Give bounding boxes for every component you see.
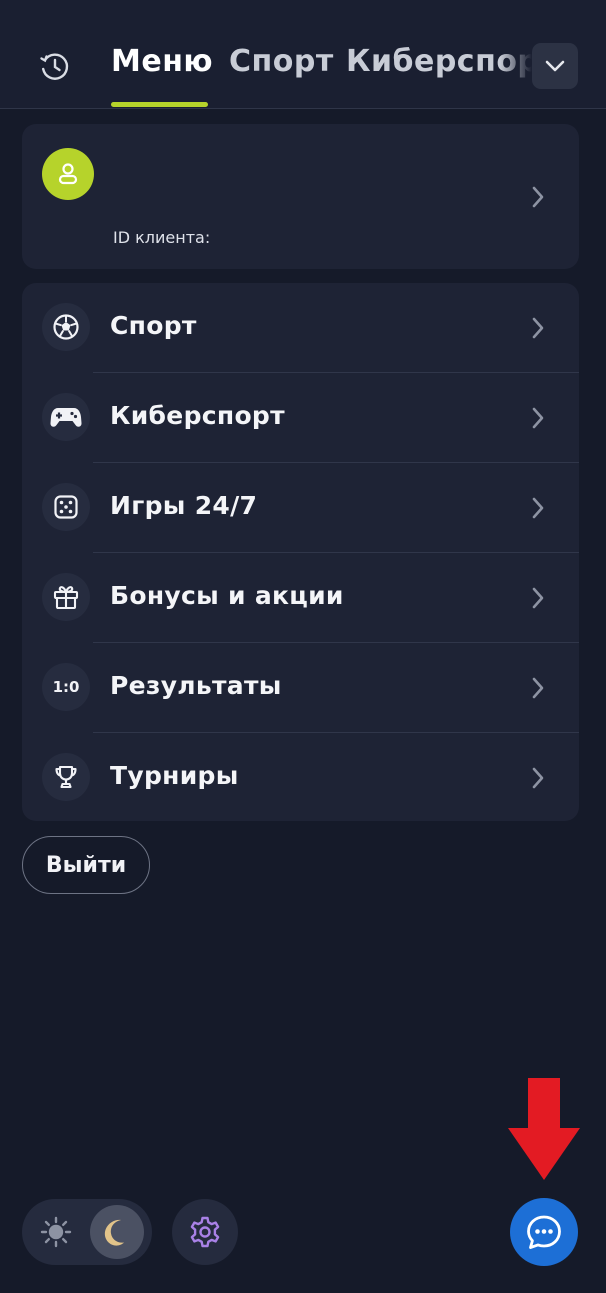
active-tab-indicator [111, 102, 208, 107]
gamepad-icon [42, 393, 90, 441]
tab-sport[interactable]: Спорт [229, 44, 334, 79]
sun-icon[interactable] [38, 1214, 74, 1250]
menu-item-label: Спорт [110, 311, 197, 340]
main-menu: Спорт Киберспорт Игры 24/7 Бонусы и акци… [22, 283, 579, 821]
gear-icon [190, 1216, 220, 1248]
menu-item-label: Результаты [110, 671, 282, 700]
settings-button[interactable] [172, 1199, 238, 1265]
moon-icon [104, 1219, 124, 1246]
menu-item-label: Игры 24/7 [110, 491, 258, 520]
menu-item-sport[interactable]: Спорт [22, 283, 579, 373]
avatar[interactable] [42, 148, 94, 200]
chevron-right-icon [532, 497, 544, 519]
chevron-right-icon [532, 767, 544, 789]
menu-item-tournaments[interactable]: Турниры [22, 733, 579, 823]
score-icon-text: 1:0 [52, 678, 80, 696]
tabs-dropdown-button[interactable] [532, 43, 578, 89]
user-icon [58, 163, 78, 185]
chevron-down-icon [545, 60, 565, 72]
score-icon: 1:0 [42, 663, 90, 711]
theme-toggle[interactable] [22, 1199, 152, 1265]
soccer-ball-icon [42, 303, 90, 351]
menu-item-results[interactable]: 1:0 Результаты [22, 643, 579, 733]
chevron-right-icon [532, 407, 544, 429]
trophy-icon [42, 753, 90, 801]
chevron-right-icon [532, 677, 544, 699]
menu-item-games[interactable]: Игры 24/7 [22, 463, 579, 553]
dark-mode-button[interactable] [90, 1205, 144, 1259]
menu-item-esport[interactable]: Киберспорт [22, 373, 579, 463]
menu-item-label: Турниры [110, 761, 239, 790]
tab-fade [500, 30, 532, 100]
dice-icon [42, 483, 90, 531]
profile-card[interactable]: ID клиента: [22, 124, 579, 269]
logout-button[interactable]: Выйти [22, 836, 150, 894]
chevron-right-icon [532, 317, 544, 339]
gift-icon [42, 573, 90, 621]
client-id-label: ID клиента: [113, 228, 211, 247]
chevron-right-icon [532, 186, 544, 208]
tab-menu[interactable]: Меню [111, 44, 213, 79]
menu-item-bonuses[interactable]: Бонусы и акции [22, 553, 579, 643]
top-navigation: Меню Спорт Киберспор [0, 0, 606, 109]
chevron-right-icon [532, 587, 544, 609]
red-arrow-annotation [508, 1078, 580, 1180]
history-icon[interactable] [38, 50, 72, 84]
menu-item-label: Бонусы и акции [110, 581, 344, 610]
chat-icon [527, 1215, 561, 1249]
menu-item-label: Киберспорт [110, 401, 285, 430]
support-chat-button[interactable] [510, 1198, 578, 1266]
